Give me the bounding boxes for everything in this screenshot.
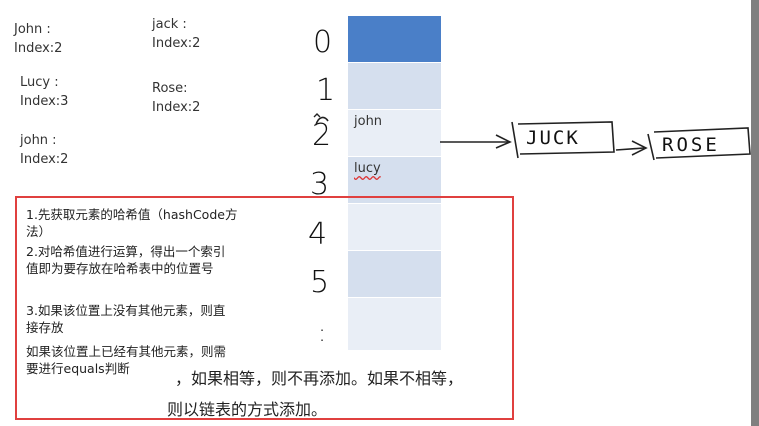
step1-line2: 法） <box>26 224 52 239</box>
step3-line3: 如果该位置上已经有其他元素，则需 <box>26 344 227 359</box>
step2-line1: 2.对哈希值进行运算，得出一个索引 <box>26 244 226 259</box>
entry-index: Index:2 <box>152 100 201 115</box>
entry-name: Rose: <box>152 81 188 96</box>
entry-john: John : Index:2 <box>14 20 62 58</box>
entry-index: Index:3 <box>20 94 69 109</box>
entry-name: Lucy : <box>20 75 59 90</box>
slot-value-john: john <box>354 114 383 129</box>
step3-continuation-1: ，如果相等，则不再添加。如果不相等， <box>175 369 464 388</box>
entry-john-lower: john : Index:2 <box>20 131 68 169</box>
arrow-to-rose <box>615 147 645 151</box>
entry-name: john : <box>20 133 57 148</box>
step3-line1: 3.如果该位置上没有其他元素，则直 <box>26 303 226 318</box>
chain-node-jack: JUCK <box>526 127 580 149</box>
explanation-box: 1.先获取元素的哈希值（hashCode方 法） 2.对哈希值进行运算，得出一个… <box>15 196 514 420</box>
window-edge <box>751 0 759 426</box>
bucket-slot-0 <box>348 16 441 62</box>
chain-node-rose: ROSE <box>662 134 720 156</box>
bucket-slot-2: john <box>348 110 441 156</box>
entry-index: Index:2 <box>14 41 63 56</box>
step1-line1: 1.先获取元素的哈希值（hashCode方 <box>26 207 238 222</box>
entry-name: jack : <box>152 17 187 32</box>
entry-index: Index:2 <box>20 152 69 167</box>
entry-index: Index:2 <box>152 36 201 51</box>
step3-continuation-2: 则以链表的方式添加。 <box>167 400 328 419</box>
step2-line2: 值即为要存放在哈希表中的位置号 <box>26 261 214 276</box>
entry-name: John : <box>14 22 51 37</box>
entry-rose: Rose: Index:2 <box>152 79 200 117</box>
step3-line4: 要进行equals判断 <box>26 361 130 376</box>
entry-jack: jack : Index:2 <box>152 15 200 53</box>
entry-lucy: Lucy : Index:3 <box>20 73 68 111</box>
bucket-index-0: 0 <box>313 25 333 60</box>
slot-value-lucy: lucy <box>354 161 381 176</box>
step3-line2: 接存放 <box>26 320 64 335</box>
bucket-index-1: 1 <box>316 73 336 108</box>
pointer-curl-icon <box>313 113 329 126</box>
bucket-slot-1 <box>348 63 441 109</box>
